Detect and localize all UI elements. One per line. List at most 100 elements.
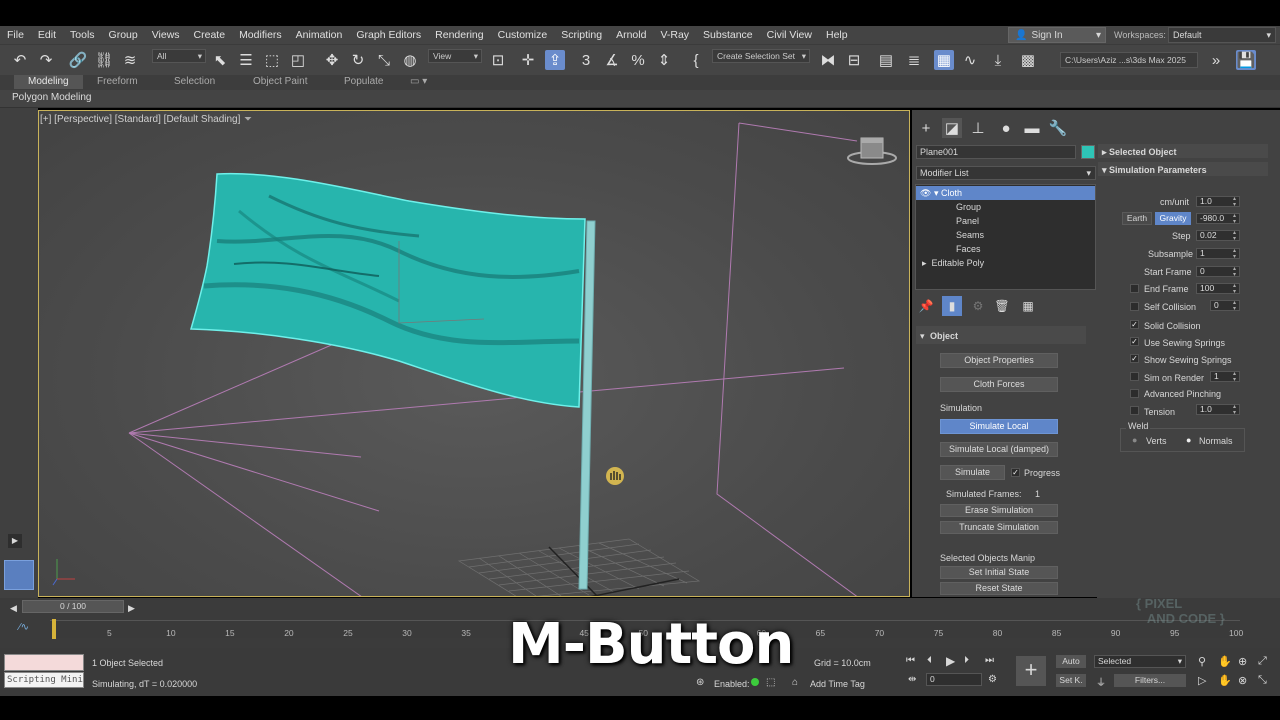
self-collision-spinner[interactable]: 0 bbox=[1210, 300, 1240, 312]
perspective-viewport[interactable] bbox=[38, 110, 910, 597]
tension-checkbox[interactable] bbox=[1130, 406, 1139, 415]
stack-item-cloth[interactable]: 👁 ▾ Cloth bbox=[916, 186, 1095, 200]
schematic-view-icon[interactable]: ⤓ bbox=[988, 50, 1008, 70]
walk-through-icon[interactable]: ✋ bbox=[1218, 674, 1232, 687]
show-sewing-springs-checkbox[interactable]: ✓ bbox=[1130, 354, 1139, 363]
set-initial-state-button[interactable]: Set Initial State bbox=[940, 566, 1058, 579]
progress-checkbox[interactable]: ✓ bbox=[1011, 468, 1020, 477]
mirror-icon[interactable]: ⧓ bbox=[818, 50, 838, 70]
menu-vray[interactable]: V-Ray bbox=[653, 29, 696, 41]
tension-spinner[interactable]: 1.0 bbox=[1196, 404, 1240, 416]
play-animation-icon[interactable]: ▶ bbox=[946, 654, 955, 668]
set-key-big-icon[interactable]: + bbox=[1016, 656, 1046, 686]
rect-selection-icon[interactable]: ⬚ bbox=[262, 50, 282, 70]
spinner-snap-icon[interactable]: ⇕ bbox=[654, 50, 674, 70]
link-icon[interactable]: 🔗 bbox=[68, 50, 88, 70]
make-unique-icon[interactable]: ⚙ bbox=[968, 296, 988, 316]
solid-collision-checkbox[interactable]: ✓ bbox=[1130, 320, 1139, 329]
selection-filter-dropdown[interactable]: All ▾ bbox=[152, 49, 206, 63]
gravity-toggle[interactable]: Gravity bbox=[1155, 212, 1191, 225]
gravity-spinner[interactable]: -980.0 bbox=[1196, 213, 1240, 225]
select-by-name-icon[interactable]: ☰ bbox=[236, 50, 256, 70]
move-icon[interactable]: ✥ bbox=[322, 50, 342, 70]
menu-views[interactable]: Views bbox=[145, 29, 187, 41]
workspace-select[interactable]: Default ▾ bbox=[1168, 27, 1276, 43]
truncate-simulation-button[interactable]: Truncate Simulation bbox=[940, 521, 1058, 534]
time-slider[interactable]: 0 / 100 bbox=[22, 600, 124, 613]
pan-view-icon[interactable]: ✋ bbox=[1218, 655, 1232, 668]
viewport-layout-icon[interactable] bbox=[4, 560, 34, 590]
select-object-icon[interactable]: ⬉ bbox=[210, 50, 230, 70]
sign-in-button[interactable]: 👤 Sign In ▾ bbox=[1008, 27, 1106, 43]
reference-coord-dropdown[interactable]: View ▾ bbox=[428, 49, 482, 63]
sim-on-render-spinner[interactable]: 1 bbox=[1210, 371, 1240, 383]
tab-selection[interactable]: Selection bbox=[174, 76, 215, 87]
menu-tools[interactable]: Tools bbox=[63, 29, 102, 41]
time-tag-icon[interactable]: ⌂ bbox=[792, 677, 798, 688]
sim-on-render-checkbox[interactable] bbox=[1130, 372, 1139, 381]
menu-group[interactable]: Group bbox=[102, 29, 145, 41]
self-collision-checkbox[interactable] bbox=[1130, 302, 1139, 311]
timeline-next-icon[interactable]: ▶ bbox=[128, 603, 135, 614]
end-frame-checkbox[interactable] bbox=[1130, 284, 1139, 293]
adaptive-degradation-icon[interactable]: ⊛ bbox=[696, 677, 704, 688]
unlink-icon[interactable]: ⛓ bbox=[94, 50, 114, 70]
eye-icon[interactable]: 👁 bbox=[920, 188, 931, 198]
key-mode-icon[interactable]: ⇹ bbox=[908, 674, 916, 685]
menu-substance[interactable]: Substance bbox=[696, 29, 760, 41]
next-frame-icon[interactable]: ⏵ bbox=[964, 655, 969, 666]
align-icon[interactable]: ⊟ bbox=[844, 50, 864, 70]
auto-key-button[interactable]: Auto bbox=[1056, 655, 1086, 668]
timeline-prev-icon[interactable]: ◀ bbox=[10, 603, 17, 614]
pin-stack-icon[interactable]: 📌 bbox=[916, 296, 936, 316]
menu-scripting[interactable]: Scripting bbox=[554, 29, 609, 41]
isolate-icon[interactable]: ⬚ bbox=[766, 677, 775, 688]
orbit-subobject-icon[interactable]: ⊗ bbox=[1238, 674, 1247, 687]
simulate-local-damped-button[interactable]: Simulate Local (damped) bbox=[940, 442, 1058, 457]
remove-modifier-icon[interactable]: 🗑 bbox=[992, 296, 1012, 316]
previous-frame-icon[interactable]: ⏴ bbox=[927, 655, 932, 666]
menu-create[interactable]: Create bbox=[187, 29, 233, 41]
ribbon-options-icon[interactable]: ▭ ▾ bbox=[410, 76, 427, 87]
object-properties-button[interactable]: Object Properties bbox=[940, 353, 1058, 368]
project-path-field[interactable]: C:\Users\Aziz ...s\3ds Max 2025 bbox=[1060, 52, 1198, 68]
stack-item-editable-poly[interactable]: ▸ Editable Poly bbox=[916, 256, 1096, 270]
play-icon[interactable]: ▶ bbox=[8, 534, 22, 548]
tab-populate[interactable]: Populate bbox=[344, 76, 383, 87]
time-marker[interactable] bbox=[52, 619, 56, 639]
layer-explorer-icon[interactable]: ≣ bbox=[904, 50, 924, 70]
maximize-viewport-icon[interactable]: ⤢ bbox=[1258, 655, 1267, 668]
undo-icon[interactable]: ↶ bbox=[10, 50, 30, 70]
toggle-ribbon-icon[interactable]: ▦ bbox=[934, 50, 954, 70]
filters-button[interactable]: Filters... bbox=[1114, 674, 1186, 687]
viewport-filter-icon[interactable]: ⏷ bbox=[244, 114, 252, 125]
material-editor-icon[interactable]: ▩ bbox=[1018, 50, 1038, 70]
modifier-list-dropdown[interactable]: Modifier List ▾ bbox=[916, 166, 1096, 180]
menu-rendering[interactable]: Rendering bbox=[428, 29, 490, 41]
curve-editor-icon[interactable]: ∿ bbox=[960, 50, 980, 70]
menu-civil-view[interactable]: Civil View bbox=[760, 29, 819, 41]
rotate-icon[interactable]: ↻ bbox=[348, 50, 368, 70]
menu-edit[interactable]: Edit bbox=[31, 29, 63, 41]
earth-button[interactable]: Earth bbox=[1122, 212, 1152, 225]
go-to-end-icon[interactable]: ⏭ bbox=[985, 655, 994, 666]
menu-arnold[interactable]: Arnold bbox=[609, 29, 653, 41]
orbit-icon[interactable]: ⊕ bbox=[1238, 655, 1247, 668]
save-icon[interactable]: 💾 bbox=[1236, 50, 1256, 70]
key-filter-dropdown[interactable]: Selected ▾ bbox=[1094, 655, 1186, 668]
menu-file[interactable]: File bbox=[0, 29, 31, 41]
menu-modifiers[interactable]: Modifiers bbox=[232, 29, 289, 41]
create-tab-icon[interactable]: + bbox=[916, 118, 936, 138]
field-of-view-icon[interactable]: ▷ bbox=[1198, 674, 1206, 687]
cm-unit-spinner[interactable]: 1.0 bbox=[1196, 196, 1240, 208]
snaps-toggle-icon[interactable]: 3 bbox=[576, 50, 596, 70]
scene-explorer-icon[interactable]: ▤ bbox=[876, 50, 896, 70]
time-config-icon[interactable]: ⚙ bbox=[988, 674, 997, 685]
stack-item-panel[interactable]: Panel bbox=[916, 214, 1096, 228]
tab-freeform[interactable]: Freeform bbox=[97, 76, 138, 87]
viewport-label[interactable]: [+] [Perspective] [Standard] [Default Sh… bbox=[40, 114, 240, 125]
menu-graph-editors[interactable]: Graph Editors bbox=[349, 29, 428, 41]
motion-tab-icon[interactable]: ● bbox=[996, 118, 1016, 138]
angle-snap-icon[interactable]: ∡ bbox=[602, 50, 622, 70]
named-sets-icon[interactable]: { bbox=[686, 50, 706, 70]
